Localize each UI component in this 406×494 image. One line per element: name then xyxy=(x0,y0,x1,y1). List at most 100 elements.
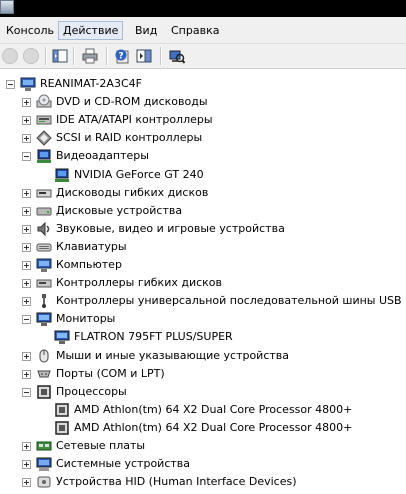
tree-item-label: Контроллеры гибких дисков xyxy=(56,276,223,290)
tree-category-11[interactable]: Мониторы xyxy=(0,310,406,328)
port-icon xyxy=(36,366,52,382)
tree-device-14-1[interactable]: AMD Athlon(tm) 64 X2 Dual Core Processor… xyxy=(0,419,406,437)
back-icon[interactable] xyxy=(1,47,19,65)
processor-icon xyxy=(54,420,70,436)
tree-item-label: Мониторы xyxy=(56,312,116,326)
expand-toggle[interactable] xyxy=(22,188,31,198)
tree-category-6[interactable]: Звуковые, видео и игровые устройства xyxy=(0,220,406,238)
tree-category-10[interactable]: Контроллеры универсальной последовательн… xyxy=(0,292,406,310)
tree-item-label: Устройства HID (Human Interface Devices) xyxy=(56,475,297,489)
tree-item-label: AMD Athlon(tm) 64 X2 Dual Core Processor… xyxy=(74,402,353,416)
tree-item-label: Клавиатуры xyxy=(56,239,127,253)
expand-toggle[interactable] xyxy=(22,224,31,234)
tree-root[interactable]: REANIMAT-2A3C4F xyxy=(0,75,406,93)
processor-icon xyxy=(36,384,52,400)
tree-category-13[interactable]: Порты (COM и LPT) xyxy=(0,365,406,383)
collapse-toggle[interactable] xyxy=(22,152,31,162)
tree-item-label: Мыши и иные указывающие устройства xyxy=(56,348,290,362)
tree-category-12[interactable]: Мыши и иные указывающие устройства xyxy=(0,347,406,365)
tree-item-label: Звуковые, видео и игровые устройства xyxy=(56,221,285,235)
display-adapter-icon xyxy=(54,167,70,183)
sound-device-icon xyxy=(36,221,52,237)
expand-toggle[interactable] xyxy=(22,442,31,451)
expand-toggle[interactable] xyxy=(22,206,31,216)
tree-category-4[interactable]: Дисководы гибких дисков xyxy=(0,184,406,202)
system-device-icon xyxy=(36,456,52,472)
scan-hardware-icon[interactable] xyxy=(168,47,186,65)
expand-toggle[interactable] xyxy=(22,261,31,270)
menu-action[interactable]: Действие xyxy=(58,21,124,40)
computer-icon xyxy=(20,76,36,92)
menu-help[interactable]: Справка xyxy=(167,21,223,40)
tree-item-label: Порты (COM и LPT) xyxy=(56,366,165,380)
tree-category-1[interactable]: IDE ATA/ATAPI контроллеры xyxy=(0,111,406,129)
expand-toggle[interactable] xyxy=(22,242,31,252)
tree-category-0[interactable]: DVD и CD-ROM дисководы xyxy=(0,93,406,111)
expand-toggle[interactable] xyxy=(22,279,31,289)
monitor-icon xyxy=(54,329,70,345)
expand-toggle[interactable] xyxy=(22,351,31,361)
tree-category-16[interactable]: Системные устройства xyxy=(0,455,406,473)
tree-category-14[interactable]: Процессоры xyxy=(0,383,406,401)
menu-view[interactable]: Вид xyxy=(131,21,161,40)
network-adapter-icon xyxy=(36,438,52,454)
expand-toggle[interactable] xyxy=(22,460,31,470)
expand-toggle[interactable] xyxy=(22,297,31,307)
tree-category-5[interactable]: Дисковые устройства xyxy=(0,202,406,220)
title-strip xyxy=(0,0,406,17)
collapse-toggle[interactable] xyxy=(22,315,31,325)
tree-item-label: Дисководы гибких дисков xyxy=(56,185,209,199)
keyboard-icon xyxy=(36,239,52,255)
tree-category-9[interactable]: Контроллеры гибких дисков xyxy=(0,274,406,292)
tree-device-11-0[interactable]: FLATRON 795FT PLUS/SUPER xyxy=(0,328,406,346)
tree-item-label: Сетевые платы xyxy=(56,439,146,452)
tree-category-17[interactable]: Устройства HID (Human Interface Devices) xyxy=(0,473,406,491)
tree-device-3-0[interactable]: NVIDIA GeForce GT 240 xyxy=(0,166,406,184)
mouse-icon xyxy=(36,348,52,364)
forward-icon[interactable] xyxy=(22,47,40,65)
collapse-toggle[interactable] xyxy=(22,387,31,397)
tree-category-7[interactable]: Клавиатуры xyxy=(0,238,406,256)
device-tree: REANIMAT-2A3C4F DVD и CD-ROM дисководы IDE… xyxy=(0,68,406,494)
show-hide-tree-icon[interactable] xyxy=(51,47,69,65)
floppy-drive-icon xyxy=(36,185,52,201)
tree-item-label: Системные устройства xyxy=(56,457,190,471)
disk-drive-icon xyxy=(36,203,52,219)
tree-category-8[interactable]: Компьютер xyxy=(0,256,406,274)
ide-controller-icon xyxy=(36,112,52,128)
tree-category-15[interactable]: Сетевые платы xyxy=(0,437,406,455)
app-icon xyxy=(0,0,14,14)
expand-toggle[interactable] xyxy=(22,116,31,126)
help-icon[interactable]: ? xyxy=(113,47,131,65)
menu-console[interactable]: Консоль xyxy=(2,21,58,40)
scsi-controller-icon xyxy=(36,130,52,147)
print-icon[interactable] xyxy=(81,47,99,65)
tree-item-label: Процессоры xyxy=(56,384,127,398)
tree-category-2[interactable]: SCSI и RAID контроллеры xyxy=(0,129,406,147)
expand-toggle[interactable] xyxy=(22,98,31,108)
hid-icon xyxy=(36,474,52,490)
properties-icon[interactable] xyxy=(135,47,153,65)
tree-category-3[interactable]: Видеоадаптеры xyxy=(0,147,406,165)
computer-icon xyxy=(36,257,52,273)
tree-item-label: FLATRON 795FT PLUS/SUPER xyxy=(74,330,233,344)
dvd-drive-icon xyxy=(36,94,52,110)
tree-item-label: IDE ATA/ATAPI контроллеры xyxy=(56,113,213,127)
tree-device-14-0[interactable]: AMD Athlon(tm) 64 X2 Dual Core Processor… xyxy=(0,401,406,419)
monitor-icon xyxy=(36,311,52,327)
collapse-toggle[interactable] xyxy=(6,80,15,89)
expand-toggle[interactable] xyxy=(22,478,31,488)
floppy-controller-icon xyxy=(36,275,52,291)
tree-item-label: SCSI и RAID контроллеры xyxy=(56,131,203,145)
tree-item-label: Дисковые устройства xyxy=(56,203,183,217)
expand-toggle[interactable] xyxy=(22,134,31,144)
toolbar: ? xyxy=(0,44,406,68)
svg-text:?: ? xyxy=(118,52,123,62)
usb-icon xyxy=(36,293,52,309)
processor-icon xyxy=(54,402,70,418)
tree-item-label: NVIDIA GeForce GT 240 xyxy=(74,167,204,181)
display-adapter-icon xyxy=(36,148,52,164)
tree-item-label: REANIMAT-2A3C4F xyxy=(40,77,142,90)
expand-toggle[interactable] xyxy=(22,369,31,379)
tree-item-label: Контроллеры универсальной последовательн… xyxy=(56,294,402,308)
